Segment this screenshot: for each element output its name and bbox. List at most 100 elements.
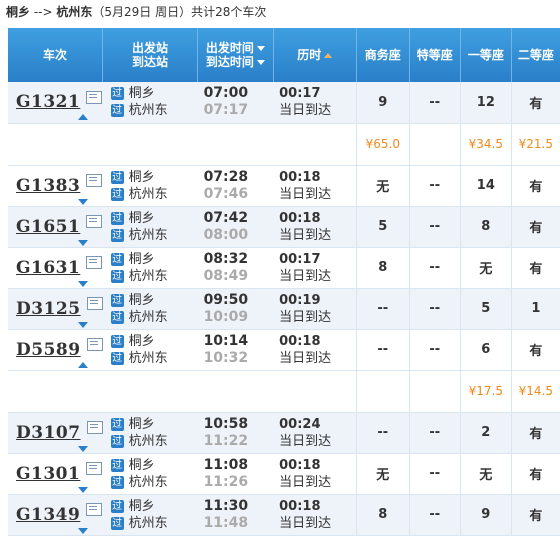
expand-down-icon[interactable] <box>78 239 88 246</box>
business-price <box>355 370 410 413</box>
via-badge-icon: 过 <box>110 87 124 101</box>
header-business: 商务座 <box>356 28 410 82</box>
expand-down-icon[interactable] <box>78 445 88 452</box>
arrival-note: 当日到达 <box>279 268 332 284</box>
header-special: 特等座 <box>409 28 461 82</box>
stop-list-icon[interactable] <box>86 174 103 187</box>
special-seat: -- <box>408 494 461 536</box>
time-cell: 10:14 10:32 <box>197 329 274 371</box>
sort-down-icon[interactable] <box>256 46 265 51</box>
time-cell: 07:28 07:46 <box>197 165 274 207</box>
departure-time: 10:14 <box>203 332 249 349</box>
via-badge-icon: 过 <box>110 252 124 266</box>
price-row: ¥17.5 ¥14.5 <box>8 370 560 413</box>
sort-down-icon[interactable] <box>256 60 265 65</box>
time-cell: 07:00 07:17 <box>197 82 274 124</box>
table-row[interactable]: D3125 过桐乡过杭州东 09:50 10:09 00:19 当日到达 -- -- 5 1 <box>8 288 560 330</box>
second-class-seat: 有 <box>510 165 560 207</box>
duration: 00:17 <box>279 86 321 102</box>
price-spacer <box>8 123 357 166</box>
duration: 00:24 <box>279 416 321 432</box>
train-number-link[interactable]: G1301 <box>16 464 80 484</box>
station-cell: 过桐乡过杭州东 <box>102 412 198 454</box>
first-class-price: ¥34.5 <box>459 123 512 166</box>
expand-down-icon[interactable] <box>78 321 88 328</box>
expand-down-icon[interactable] <box>78 280 88 287</box>
duration-cell: 00:24 当日到达 <box>273 412 357 454</box>
stop-list-icon[interactable] <box>86 421 103 434</box>
train-cell: G1349 <box>8 494 103 536</box>
expand-down-icon[interactable] <box>78 486 88 493</box>
stop-list-icon[interactable] <box>86 90 103 104</box>
arrival-time: 08:00 <box>203 226 249 243</box>
stop-list-icon[interactable] <box>86 215 103 228</box>
arrival-time: 08:49 <box>203 267 249 284</box>
train-cell: G1321 <box>8 82 103 124</box>
stop-list-icon[interactable] <box>86 256 103 269</box>
via-badge-icon: 过 <box>110 269 124 283</box>
special-seat: -- <box>408 206 461 248</box>
duration: 00:18 <box>279 169 321 185</box>
second-class-seat: 有 <box>510 82 560 124</box>
collapse-up-icon[interactable] <box>78 361 88 368</box>
train-number-link[interactable]: G1651 <box>16 217 80 237</box>
to-station: 杭州东 <box>128 309 168 325</box>
second-class-price: ¥21.5 <box>510 123 560 166</box>
table-header: 车次 出发站 到达站 出发时间 到达时间 历时 商务座 特等座 一等座 二等座 <box>8 28 560 82</box>
table-row[interactable]: G1349 过桐乡过杭州东 11:30 11:48 00:18 当日到达 8 -- 9 有 <box>8 494 560 536</box>
train-number-link[interactable]: G1383 <box>16 176 80 196</box>
special-price <box>408 370 461 413</box>
expand-down-icon[interactable] <box>78 198 88 205</box>
query-summary: 桐乡 --> 杭州东（5月29日 周日）共计28个车次 <box>6 3 266 21</box>
sort-up-icon[interactable] <box>324 53 333 58</box>
arrival-time: 11:48 <box>203 514 249 531</box>
train-number-link[interactable]: G1349 <box>16 505 80 525</box>
train-number-link[interactable]: D5589 <box>16 340 81 360</box>
stop-list-icon[interactable] <box>86 462 103 475</box>
expand-down-icon[interactable] <box>78 527 88 534</box>
header-times[interactable]: 出发时间 到达时间 <box>197 28 274 82</box>
via-badge-icon: 过 <box>110 211 124 225</box>
table-row[interactable]: G1321 过桐乡过杭州东 07:00 07:17 00:17 当日到达 9 -- 12 有 <box>8 82 560 124</box>
to-station: 杭州东 <box>128 268 168 284</box>
arrival-time: 07:17 <box>203 102 249 119</box>
departure-time: 07:28 <box>203 168 249 185</box>
to-station: 杭州东 <box>128 186 168 202</box>
train-number-link[interactable]: D3107 <box>16 423 81 443</box>
business-seat: 5 <box>355 206 410 248</box>
duration: 00:18 <box>279 210 321 226</box>
table-row[interactable]: D5589 过桐乡过杭州东 10:14 10:32 00:18 当日到达 -- -- 6 有 <box>8 329 560 371</box>
special-seat: -- <box>408 453 461 495</box>
stop-list-icon[interactable] <box>86 338 103 351</box>
table-row[interactable]: G1651 过桐乡过杭州东 07:42 08:00 00:18 当日到达 5 -- 8 有 <box>8 206 560 248</box>
train-cell: G1631 <box>8 247 103 289</box>
table-row[interactable]: G1631 过桐乡过杭州东 08:32 08:49 00:17 当日到达 8 -- 无有 <box>8 247 560 289</box>
to-station: 杭州东 <box>128 474 168 490</box>
special-seat: -- <box>408 82 461 124</box>
duration-cell: 00:18 当日到达 <box>273 453 357 495</box>
from-station: 桐乡 <box>128 86 155 102</box>
summary-date: （5月29日 周日） <box>92 5 192 19</box>
duration-cell: 00:18 当日到达 <box>273 206 357 248</box>
second-class-seat: 有 <box>510 412 560 454</box>
train-number-link[interactable]: G1631 <box>16 258 80 278</box>
via-badge-icon: 过 <box>110 293 124 307</box>
table-row[interactable]: D3107 过桐乡过杭州东 10:58 11:22 00:24 当日到达 -- -- 2 有 <box>8 412 560 454</box>
station-cell: 过桐乡过杭州东 <box>102 494 198 536</box>
header-duration[interactable]: 历时 <box>273 28 357 82</box>
first-class-seat: 无 <box>459 247 512 289</box>
table-row[interactable]: G1383 过桐乡过杭州东 07:28 07:46 00:18 当日到达无 -- 14 有 <box>8 165 560 207</box>
train-number-link[interactable]: G1321 <box>16 92 80 112</box>
special-seat: -- <box>408 288 461 330</box>
table-row[interactable]: G1301 过桐乡过杭州东 11:08 11:26 00:18 当日到达无 -- 无有 <box>8 453 560 495</box>
second-class-seat: 有 <box>510 453 560 495</box>
stop-list-icon[interactable] <box>86 503 103 516</box>
business-seat: 8 <box>355 494 410 536</box>
departure-time: 07:42 <box>203 209 249 226</box>
price-row: ¥65.0 ¥34.5 ¥21.5 <box>8 123 560 166</box>
from-station: 桐乡 <box>128 251 155 267</box>
collapse-up-icon[interactable] <box>78 114 88 121</box>
stop-list-icon[interactable] <box>86 297 103 310</box>
train-number-link[interactable]: D3125 <box>16 299 81 319</box>
via-badge-icon: 过 <box>110 434 124 448</box>
